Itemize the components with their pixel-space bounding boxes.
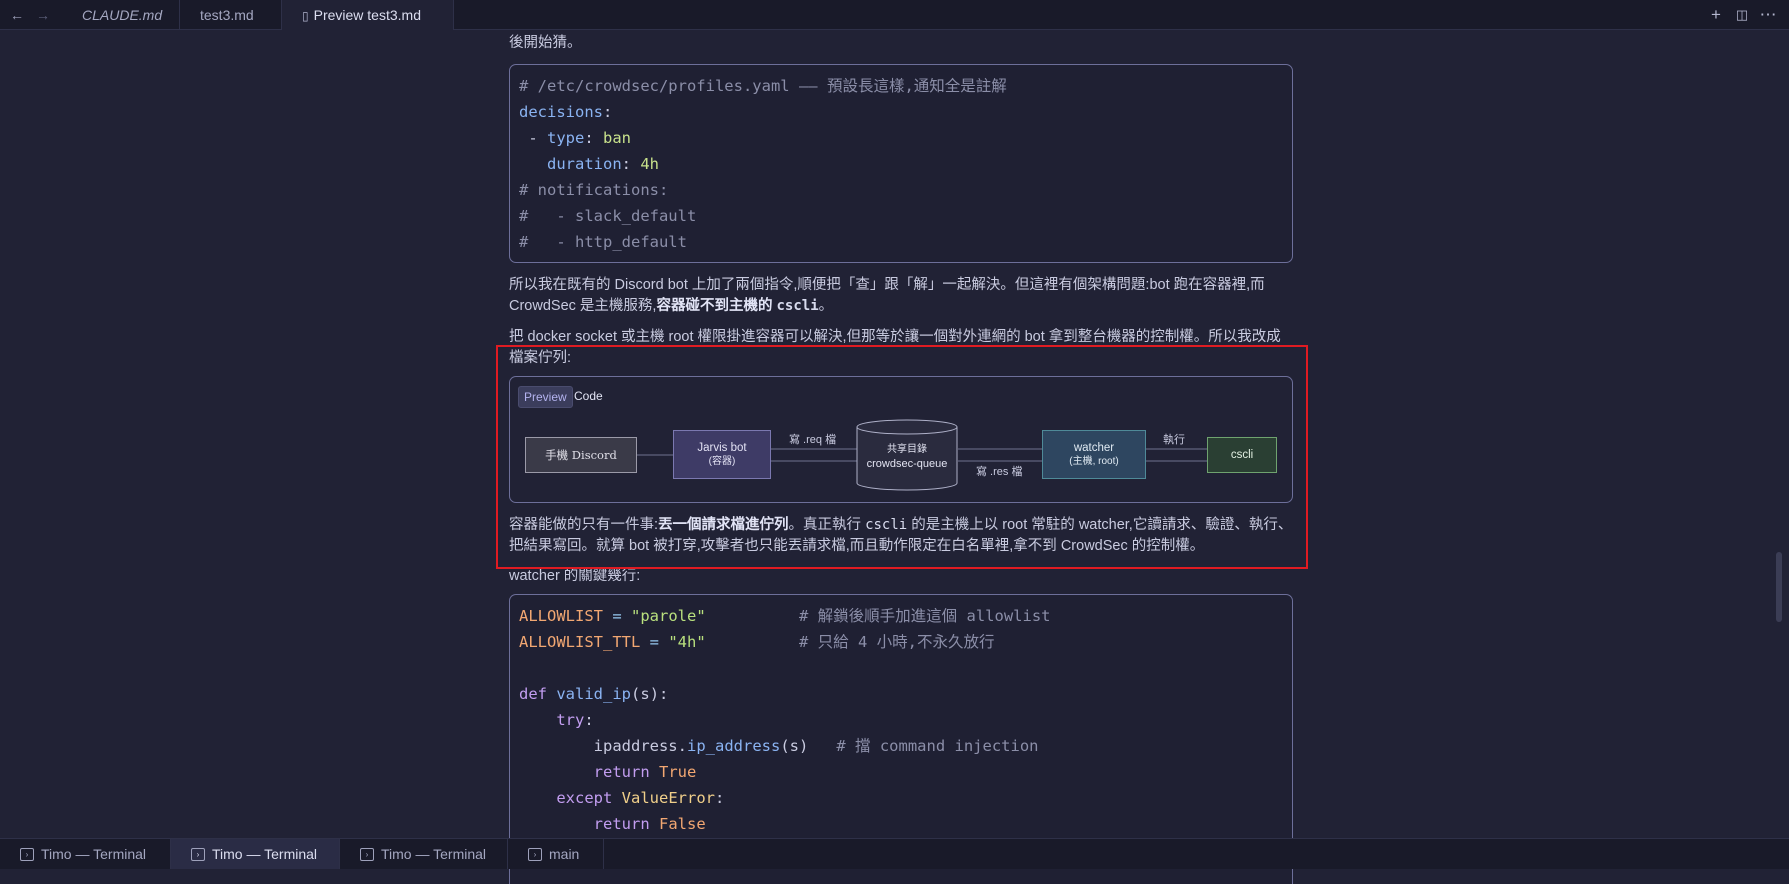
code-constant: False (659, 815, 706, 833)
code-comment: # - slack_default (519, 207, 697, 225)
code-param: s (640, 685, 650, 703)
node-watcher: watcher (主機, root) (1042, 430, 1146, 479)
diagram-preview: Preview Code 手機 Discord Jarvis bot (容器) (509, 376, 1293, 503)
code-key: duration (547, 155, 622, 173)
code-value: 4h (640, 155, 659, 173)
terminal-tab-label: Timo — Terminal (41, 846, 147, 862)
terminal-tab-bar: › Timo — Terminal › Timo — Terminal › Timo … (0, 838, 1789, 869)
code-constant: True (659, 763, 697, 781)
tab-bar: ← → CLAUDE.md test3.md ▯ Preview test3.md… (0, 0, 1789, 30)
terminal-tab-1[interactable]: › Timo — Terminal (0, 839, 171, 869)
split-view-icon[interactable]: ◫ (1731, 5, 1753, 25)
back-arrow-icon[interactable]: ← (7, 5, 27, 25)
new-tab-plus-icon[interactable]: + (1705, 5, 1727, 25)
tab-label: CLAUDE.md (82, 7, 163, 23)
more-options-icon[interactable]: ⋯ (1757, 5, 1779, 25)
code-keyword: return (593, 763, 650, 781)
code-keyword: def (519, 685, 547, 703)
inline-code: cscli (865, 517, 908, 533)
code-comment: # 解鎖後順手加進這個 allowlist (799, 607, 1051, 625)
terminal-tab-2[interactable]: › Timo — Terminal (171, 839, 340, 869)
terminal-icon: › (20, 847, 34, 861)
code-function: ip_address (687, 737, 781, 755)
code-module: ipaddress (593, 737, 678, 755)
paragraph-architecture: 所以我在既有的 Discord bot 上加了兩個指令,順便把「查」跟「解」一起… (509, 277, 1265, 314)
code-keyword: except (556, 789, 613, 807)
code-variable: ALLOWLIST_TTL (519, 633, 641, 651)
bold-text: 丟一個請求檔進佇列 (658, 517, 789, 533)
tab-label: test3.md (200, 7, 254, 23)
node-jarvis-bot: Jarvis bot (容器) (673, 430, 771, 479)
scrollbar-thumb[interactable] (1776, 552, 1782, 622)
code-string: "4h" (668, 633, 706, 651)
inline-code: cscli (776, 298, 819, 314)
code-comment: # 只給 4 小時,不永久放行 (799, 633, 995, 651)
code-keyword: return (593, 815, 650, 833)
code-function: valid_ip (556, 685, 631, 703)
paragraph-watcher-key-lines: watcher 的關鍵幾行: (509, 568, 641, 584)
code-comment: # /etc/crowdsec/profiles.yaml —— 預設長這樣,通… (519, 77, 1007, 95)
code-value: ban (603, 129, 631, 147)
node-cscli: cscli (1207, 437, 1277, 473)
terminal-tab-3[interactable]: › Timo — Terminal (340, 839, 508, 869)
terminal-tab-label: main (549, 846, 580, 862)
book-icon: ▯ (302, 9, 309, 23)
code-comment: # - http_default (519, 233, 687, 251)
code-keyword: try (556, 711, 585, 729)
tab-claude-md[interactable]: CLAUDE.md (62, 0, 180, 30)
code-string: "parole" (631, 607, 706, 625)
code-class: ValueError (621, 789, 715, 807)
node-discord: 手機 Discord (525, 437, 637, 473)
code-comment: # 擋 command injection (836, 737, 1039, 755)
terminal-tab-label: Timo — Terminal (381, 846, 487, 862)
code-variable: ALLOWLIST (519, 607, 603, 625)
tab-preview-test3-md[interactable]: ▯ Preview test3.md (282, 0, 454, 30)
terminal-icon: › (528, 847, 542, 861)
terminal-icon: › (360, 847, 374, 861)
terminal-icon: › (191, 847, 205, 861)
code-key: decisions (519, 103, 603, 121)
paragraph-file-queue: 把 docker socket 或主機 root 權限掛進容器可以解決,但那等於… (509, 329, 1281, 366)
tab-label: Preview test3.md (313, 7, 421, 23)
terminal-tab-label: Timo — Terminal (212, 846, 318, 862)
forward-arrow-icon[interactable]: → (33, 5, 53, 25)
edge-label-res: 寫 .res 檔 (976, 466, 1023, 478)
code-comment: # notifications: (519, 181, 669, 199)
code-key: type (547, 129, 585, 147)
terminal-tab-main[interactable]: › main (508, 839, 604, 869)
bold-text: 容器碰不到主機的 cscli (656, 298, 819, 314)
node-queue: 共享目錄 crowdsec-queue (866, 444, 948, 470)
tab-test3-md[interactable]: test3.md (180, 0, 282, 30)
edge-label-exec: 執行 (1163, 434, 1185, 446)
edge-label-req: 寫 .req 檔 (789, 434, 837, 446)
code-block-profiles-yaml: # /etc/crowdsec/profiles.yaml —— 預設長這樣,通… (509, 64, 1293, 263)
paragraph-container-role: 容器能做的只有一件事:丟一個請求檔進佇列。真正執行 cscli 的是主機上以 r… (509, 517, 1293, 554)
top-line-partial: 後開始猜。 (509, 35, 582, 51)
